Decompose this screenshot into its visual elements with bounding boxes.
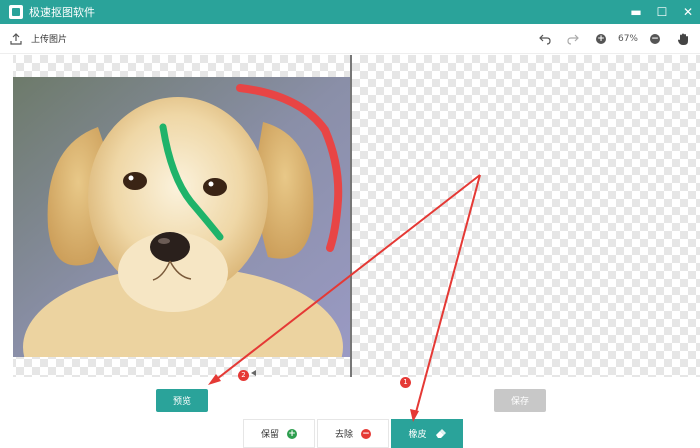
plus-circle-icon: +: [287, 428, 297, 439]
keep-tool[interactable]: 保留 +: [243, 419, 315, 448]
zoom-level: 67%: [617, 34, 638, 44]
step-badge-2: 2: [238, 370, 249, 381]
minus-circle-icon: −: [361, 428, 371, 439]
zoom-out-icon[interactable]: −: [648, 32, 662, 46]
preview-button[interactable]: 预览: [156, 389, 208, 412]
app-logo-icon: [9, 5, 23, 19]
close-icon[interactable]: ✕: [682, 5, 694, 19]
maximize-icon[interactable]: ☐: [656, 5, 668, 19]
save-button[interactable]: 保存: [494, 389, 546, 412]
upload-label: 上传图片: [31, 35, 68, 45]
workspace-canvas[interactable]: [0, 55, 700, 377]
zoom-in-icon[interactable]: +: [594, 32, 608, 46]
minimize-icon[interactable]: ▬: [630, 5, 642, 19]
redo-icon[interactable]: [566, 32, 580, 46]
dog-photo[interactable]: [13, 77, 350, 357]
eraser-icon: [435, 428, 446, 438]
bottom-panel: 预览 保存 保留 + 去除 − 橡皮: [0, 377, 700, 448]
window-title: 极速抠图软件: [29, 6, 95, 19]
toolbar: 上传图片 + 67% −: [0, 24, 700, 54]
toolbar-right: + 67% −: [538, 24, 690, 54]
title-bar: 极速抠图软件 ▬ ☐ ✕: [0, 0, 700, 24]
upload-button[interactable]: 上传图片: [10, 32, 67, 45]
undo-icon[interactable]: [538, 32, 552, 46]
step-badge-1: 1: [400, 377, 411, 388]
eraser-label: 橡皮: [408, 430, 427, 440]
upload-icon: [10, 32, 22, 45]
keep-label: 保留: [260, 430, 279, 440]
eraser-tool[interactable]: 橡皮: [391, 419, 463, 448]
hand-icon[interactable]: [676, 32, 690, 46]
remove-label: 去除: [334, 430, 353, 440]
window-controls: ▬ ☐ ✕: [630, 0, 694, 24]
brush-tools: 保留 + 去除 − 橡皮: [243, 419, 465, 448]
remove-tool[interactable]: 去除 −: [317, 419, 389, 448]
split-divider[interactable]: [350, 55, 352, 377]
canvas-margin: [0, 55, 13, 377]
